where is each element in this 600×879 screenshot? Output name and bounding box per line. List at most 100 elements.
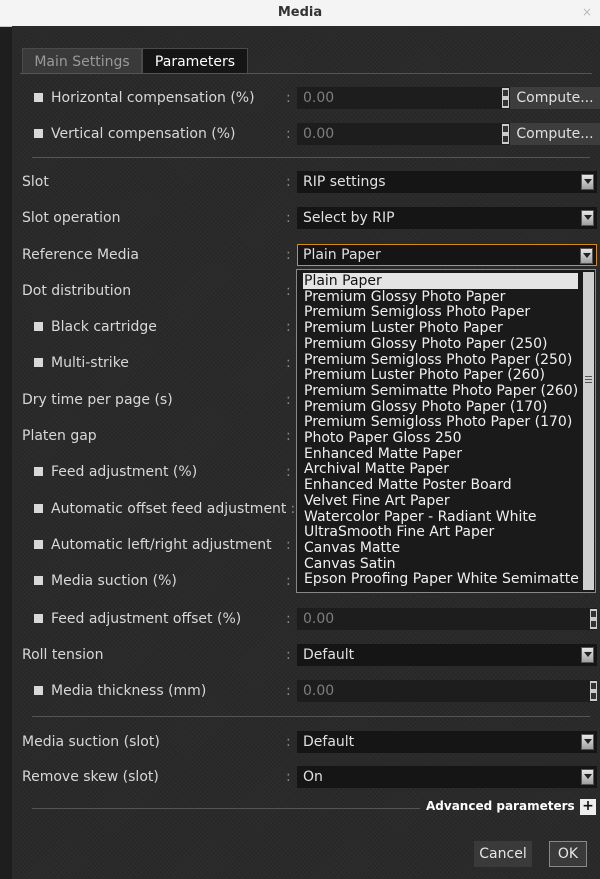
stepper-icon[interactable] <box>590 609 597 629</box>
dropdown-option[interactable]: Premium Luster Photo Paper <box>303 320 578 336</box>
checkbox[interactable] <box>34 504 43 513</box>
stepper-icon[interactable] <box>590 681 597 701</box>
dropdown-option[interactable]: Epson Proofing Paper White Semimatte <box>303 571 579 587</box>
automatic-left-right-row[interactable]: Automatic left/right adjustment <box>34 534 272 556</box>
separator-colon: : <box>286 210 291 226</box>
black-cartridge-row[interactable]: Black cartridge <box>34 316 157 338</box>
separator-colon: : <box>286 428 291 444</box>
separator-colon: : <box>286 769 291 785</box>
dry-time-label: Dry time per page (s) <box>22 392 173 408</box>
platen-gap-label: Platen gap <box>22 428 97 444</box>
tab-parameters[interactable]: Parameters <box>142 48 248 74</box>
separator-colon: : <box>286 464 291 480</box>
dropdown-option[interactable]: Canvas Matte <box>303 540 578 556</box>
checkbox[interactable] <box>34 576 43 585</box>
separator-colon: : <box>286 537 291 553</box>
dropdown-option[interactable]: Premium Luster Photo Paper (260) <box>303 367 578 383</box>
tab-divider <box>20 73 592 74</box>
separator-colon: : <box>286 734 291 750</box>
separator-colon: : <box>286 319 291 335</box>
checkbox[interactable] <box>34 322 43 331</box>
remove-skew-select[interactable]: On <box>297 766 597 788</box>
window-title: Media <box>277 5 323 20</box>
separator-colon: : <box>286 573 291 589</box>
dropdown-option[interactable]: Premium Glossy Photo Paper (170) <box>303 399 578 415</box>
chevron-down-icon[interactable] <box>581 174 594 190</box>
dropdown-option[interactable]: Premium Semigloss Photo Paper (170) <box>303 414 578 430</box>
feed-adjustment-offset-row[interactable]: Feed adjustment offset (%) <box>34 608 241 630</box>
roll-tension-select[interactable]: Default <box>297 644 597 666</box>
scroll-grip-icon[interactable] <box>585 376 592 377</box>
dropdown-option[interactable]: UltraSmooth Fine Art Paper <box>303 524 578 540</box>
ok-button[interactable]: OK <box>549 841 587 867</box>
dropdown-option[interactable]: Enhanced Matte Paper <box>303 446 578 462</box>
remove-skew-label: Remove skew (slot) <box>22 769 159 785</box>
vertical-compensation-row[interactable]: Vertical compensation (%) <box>34 123 236 145</box>
media-suction-slot-label: Media suction (slot) <box>22 734 160 750</box>
vertical-compensation-input[interactable]: 0.00 <box>297 123 513 145</box>
dropdown-option[interactable]: Premium Semigloss Photo Paper <box>303 304 578 320</box>
dropdown-option[interactable]: Premium Semigloss Photo Paper (250) <box>303 352 578 368</box>
dropdown-option[interactable]: Premium Glossy Photo Paper <box>303 289 578 305</box>
dropdown-option[interactable]: Enhanced Matte Poster Board <box>303 477 578 493</box>
separator-colon: : <box>286 355 291 371</box>
dropdown-option[interactable]: Premium Semimatte Photo Paper (260) <box>303 383 578 399</box>
multi-strike-row[interactable]: Multi-strike <box>34 352 129 374</box>
chevron-down-icon[interactable] <box>581 210 594 226</box>
checkbox[interactable] <box>34 614 43 623</box>
separator-colon: : <box>286 247 291 263</box>
automatic-offset-row[interactable]: Automatic offset feed adjustment: <box>34 498 295 520</box>
checkbox[interactable] <box>34 93 43 102</box>
stepper-icon[interactable] <box>502 88 509 108</box>
separator-colon: : <box>286 90 291 106</box>
media-suction-slot-select[interactable]: Default <box>297 731 597 753</box>
checkbox[interactable] <box>34 358 43 367</box>
checkbox[interactable] <box>34 467 43 476</box>
dropdown-option[interactable]: Watercolor Paper - Radiant White <box>303 509 578 525</box>
slot-label: Slot <box>22 174 49 190</box>
chevron-down-icon[interactable] <box>581 647 594 663</box>
reference-media-select[interactable]: Plain Paper <box>297 244 597 266</box>
chevron-down-icon[interactable] <box>581 769 594 785</box>
separator-colon: : <box>286 174 291 190</box>
dot-distribution-label: Dot distribution <box>22 283 132 299</box>
slot-operation-select[interactable]: Select by RIP <box>297 207 597 229</box>
checkbox[interactable] <box>34 540 43 549</box>
slot-select[interactable]: RIP settings <box>297 171 597 193</box>
reference-media-dropdown-list[interactable]: Plain Paper Premium Glossy Photo Paper Pre… <box>296 269 596 593</box>
horizontal-compensation-input[interactable]: 0.00 <box>297 87 513 109</box>
cancel-button[interactable]: Cancel <box>474 841 532 867</box>
tab-main-settings[interactable]: Main Settings <box>22 48 142 74</box>
dropdown-option[interactable]: Velvet Fine Art Paper <box>303 493 578 509</box>
compute-vertical-button[interactable]: Compute... <box>510 123 600 145</box>
compute-horizontal-button[interactable]: Compute... <box>510 87 600 109</box>
roll-tension-label: Roll tension <box>22 647 104 663</box>
checkbox[interactable] <box>34 129 43 138</box>
feed-adjustment-offset-input[interactable]: 0.00 <box>297 608 597 630</box>
chevron-down-icon[interactable] <box>580 248 593 264</box>
separator-colon: : <box>286 126 291 142</box>
separator-colon: : <box>286 647 291 663</box>
stepper-icon[interactable] <box>502 124 509 144</box>
media-thickness-row[interactable]: Media thickness (mm) <box>34 680 206 702</box>
advanced-parameters-label[interactable]: Advanced parameters <box>426 799 575 813</box>
chevron-down-icon[interactable] <box>581 734 594 750</box>
dropdown-option[interactable]: Canvas Satin <box>303 556 578 572</box>
dropdown-option[interactable]: Archival Matte Paper <box>303 461 578 477</box>
expand-plus-icon[interactable]: + <box>580 799 596 815</box>
media-dialog: Main Settings Parameters Horizontal comp… <box>12 26 600 879</box>
dropdown-option[interactable]: Premium Glossy Photo Paper (250) <box>303 336 578 352</box>
media-suction-row[interactable]: Media suction (%) <box>34 570 177 592</box>
media-thickness-input[interactable]: 0.00 <box>297 680 597 702</box>
close-icon[interactable]: × <box>582 5 592 19</box>
scrollbar[interactable] <box>583 272 594 590</box>
dropdown-option[interactable]: Plain Paper <box>303 273 578 289</box>
checkbox[interactable] <box>34 686 43 695</box>
slot-operation-label: Slot operation <box>22 210 121 226</box>
feed-adjustment-row[interactable]: Feed adjustment (%) <box>34 461 197 483</box>
title-bar: Media × <box>0 0 600 27</box>
horizontal-compensation-row[interactable]: Horizontal compensation (%) <box>34 87 255 109</box>
dropdown-option[interactable]: Photo Paper Gloss 250 <box>303 430 578 446</box>
separator-colon: : <box>286 611 291 627</box>
separator-colon: : <box>286 283 291 299</box>
